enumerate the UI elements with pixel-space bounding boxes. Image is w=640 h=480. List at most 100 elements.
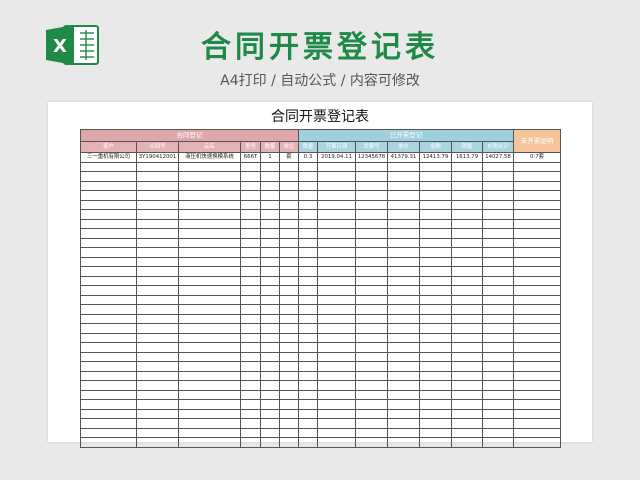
table-cell[interactable] xyxy=(481,294,515,305)
table-cell[interactable] xyxy=(260,190,280,201)
table-cell[interactable] xyxy=(317,256,356,267)
table-cell[interactable] xyxy=(178,294,241,305)
table-cell[interactable] xyxy=(355,342,388,353)
table-cell[interactable] xyxy=(80,209,137,220)
table-cell[interactable] xyxy=(240,313,261,324)
table-cell[interactable] xyxy=(513,323,562,334)
table-cell[interactable] xyxy=(260,389,280,400)
cell-quantity[interactable]: 1 xyxy=(260,152,280,163)
table-cell[interactable] xyxy=(279,332,299,343)
table-cell[interactable] xyxy=(80,399,137,410)
table-cell[interactable] xyxy=(240,190,261,201)
table-cell[interactable] xyxy=(80,275,137,286)
table-cell[interactable] xyxy=(451,304,483,315)
table-cell[interactable] xyxy=(451,389,483,400)
table-cell[interactable] xyxy=(178,171,241,182)
table-cell[interactable] xyxy=(260,399,280,410)
table-cell[interactable] xyxy=(298,418,318,429)
table-cell[interactable] xyxy=(279,361,299,372)
table-cell[interactable] xyxy=(80,228,137,239)
table-cell[interactable] xyxy=(513,171,562,182)
table-cell[interactable] xyxy=(355,228,388,239)
table-cell[interactable] xyxy=(419,323,452,334)
table-cell[interactable] xyxy=(317,171,356,182)
table-cell[interactable] xyxy=(298,237,318,248)
table-cell[interactable] xyxy=(355,304,388,315)
table-cell[interactable] xyxy=(387,209,420,220)
table-cell[interactable] xyxy=(419,228,452,239)
table-cell[interactable] xyxy=(317,228,356,239)
table-cell[interactable] xyxy=(355,256,388,267)
table-cell[interactable] xyxy=(260,237,280,248)
table-cell[interactable] xyxy=(451,437,483,448)
table-cell[interactable] xyxy=(317,323,356,334)
table-cell[interactable] xyxy=(451,228,483,239)
table-cell[interactable] xyxy=(136,399,179,410)
table-cell[interactable] xyxy=(136,256,179,267)
table-cell[interactable] xyxy=(387,275,420,286)
table-cell[interactable] xyxy=(260,285,280,296)
table-cell[interactable] xyxy=(178,408,241,419)
table-cell[interactable] xyxy=(387,266,420,277)
cell-unit[interactable]: 套 xyxy=(279,152,299,163)
table-cell[interactable] xyxy=(419,218,452,229)
table-cell[interactable] xyxy=(178,218,241,229)
table-cell[interactable] xyxy=(178,190,241,201)
table-cell[interactable] xyxy=(260,370,280,381)
table-cell[interactable] xyxy=(298,304,318,315)
table-cell[interactable] xyxy=(419,408,452,419)
table-cell[interactable] xyxy=(419,361,452,372)
table-cell[interactable] xyxy=(260,171,280,182)
table-cell[interactable] xyxy=(317,332,356,343)
table-cell[interactable] xyxy=(279,228,299,239)
table-cell[interactable] xyxy=(298,180,318,191)
table-cell[interactable] xyxy=(481,275,515,286)
table-cell[interactable] xyxy=(80,294,137,305)
table-cell[interactable] xyxy=(136,313,179,324)
table-cell[interactable] xyxy=(136,275,179,286)
table-cell[interactable] xyxy=(451,209,483,220)
table-cell[interactable] xyxy=(387,389,420,400)
table-cell[interactable] xyxy=(513,266,562,277)
table-cell[interactable] xyxy=(419,437,452,448)
table-cell[interactable] xyxy=(419,304,452,315)
table-cell[interactable] xyxy=(240,408,261,419)
table-cell[interactable] xyxy=(355,190,388,201)
table-cell[interactable] xyxy=(451,332,483,343)
table-cell[interactable] xyxy=(178,228,241,239)
table-cell[interactable] xyxy=(387,380,420,391)
table-cell[interactable] xyxy=(279,304,299,315)
cell-tax[interactable]: 1613.79 xyxy=(451,152,483,163)
table-cell[interactable] xyxy=(298,294,318,305)
table-cell[interactable] xyxy=(355,418,388,429)
table-cell[interactable] xyxy=(80,256,137,267)
table-cell[interactable] xyxy=(298,332,318,343)
table-cell[interactable] xyxy=(178,275,241,286)
table-cell[interactable] xyxy=(387,218,420,229)
table-cell[interactable] xyxy=(279,351,299,362)
table-cell[interactable] xyxy=(355,323,388,334)
table-cell[interactable] xyxy=(279,418,299,429)
table-cell[interactable] xyxy=(481,342,515,353)
table-cell[interactable] xyxy=(260,199,280,210)
table-cell[interactable] xyxy=(298,389,318,400)
table-cell[interactable] xyxy=(317,199,356,210)
table-cell[interactable] xyxy=(80,237,137,248)
table-cell[interactable] xyxy=(481,408,515,419)
table-cell[interactable] xyxy=(136,323,179,334)
table-cell[interactable] xyxy=(481,228,515,239)
table-cell[interactable] xyxy=(513,399,562,410)
table-cell[interactable] xyxy=(513,332,562,343)
table-cell[interactable] xyxy=(260,332,280,343)
table-cell[interactable] xyxy=(513,370,562,381)
table-cell[interactable] xyxy=(80,199,137,210)
table-cell[interactable] xyxy=(240,285,261,296)
table-cell[interactable] xyxy=(451,342,483,353)
table-cell[interactable] xyxy=(80,380,137,391)
table-cell[interactable] xyxy=(387,237,420,248)
table-cell[interactable] xyxy=(298,190,318,201)
table-cell[interactable] xyxy=(260,294,280,305)
table-cell[interactable] xyxy=(80,218,137,229)
cell-customer[interactable]: 三一重机有限公司 xyxy=(80,152,137,163)
table-cell[interactable] xyxy=(240,399,261,410)
